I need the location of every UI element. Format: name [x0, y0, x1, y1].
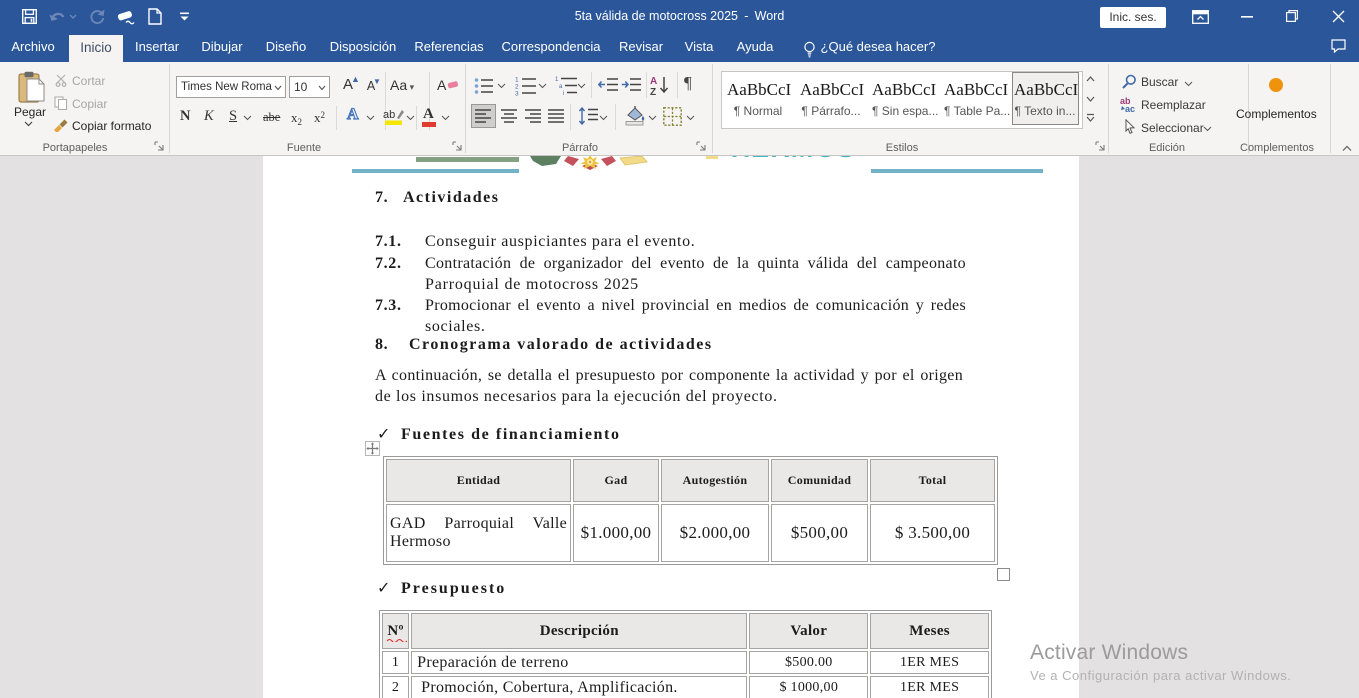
svg-text:2: 2 — [515, 84, 519, 91]
svg-text:3: 3 — [515, 91, 519, 97]
svg-text:i: i — [563, 91, 564, 96]
svg-text:a: a — [559, 84, 563, 90]
svg-text:1: 1 — [555, 77, 559, 83]
svg-text:Z: Z — [650, 87, 656, 96]
svg-text:1: 1 — [515, 77, 519, 84]
svg-text:A: A — [650, 76, 657, 87]
svg-text:ac: ac — [1125, 104, 1135, 113]
svg-text:ab: ab — [383, 109, 395, 121]
